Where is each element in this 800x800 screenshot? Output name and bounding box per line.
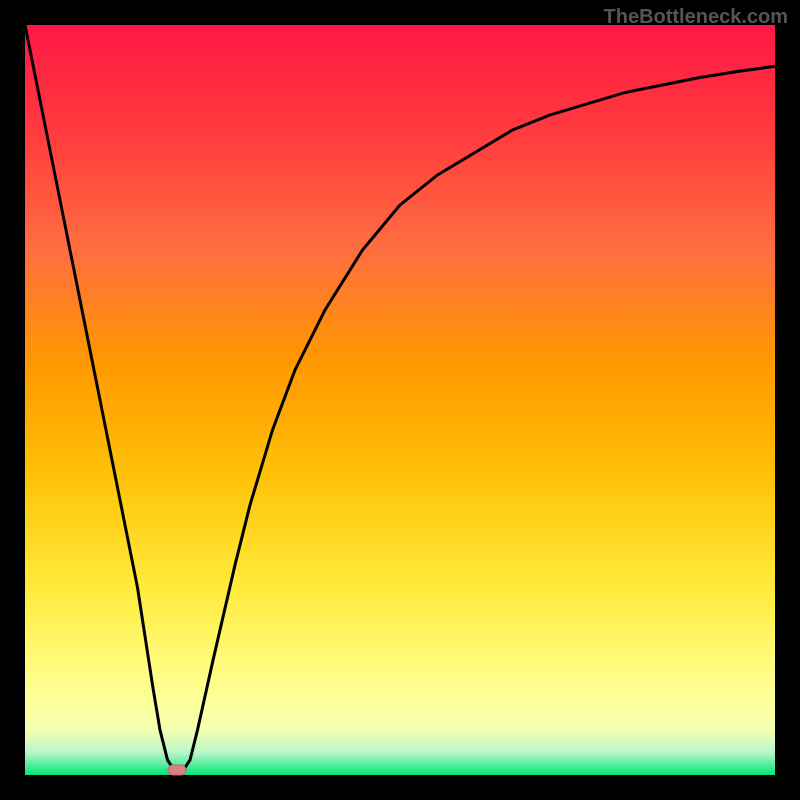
frame-right: [775, 0, 800, 800]
chart-svg: [0, 0, 800, 800]
plot-background: [25, 25, 775, 775]
frame-left: [0, 0, 25, 800]
frame-bottom: [0, 775, 800, 800]
minimum-marker: [168, 765, 186, 775]
watermark-text: TheBottleneck.com: [604, 6, 788, 29]
chart-container: TheBottleneck.com: [0, 0, 800, 800]
